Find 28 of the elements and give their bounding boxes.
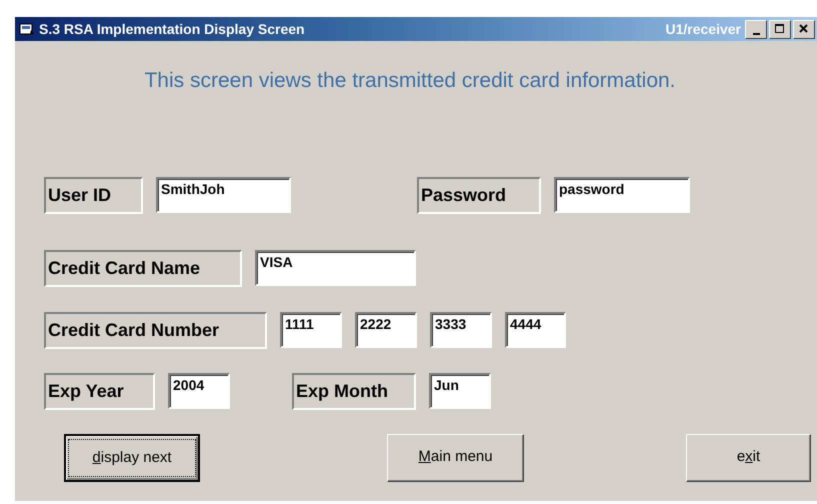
input-field[interactable]: 2222	[355, 312, 417, 348]
input-field[interactable]: VISA	[255, 250, 416, 286]
input-field[interactable]: SmithJoh	[156, 177, 291, 213]
maximize-icon	[775, 24, 785, 34]
field-label: Password	[417, 176, 541, 214]
input-field[interactable]: 4444	[505, 312, 566, 348]
close-icon	[799, 24, 809, 34]
input-field[interactable]: 1111	[280, 312, 342, 348]
field-label: Exp Year	[44, 372, 155, 410]
field-label: User ID	[44, 176, 143, 214]
push-button[interactable]: Main menu	[387, 434, 524, 482]
input-field[interactable]: 3333	[430, 312, 492, 348]
minimize-icon	[752, 32, 760, 34]
minimize-button[interactable]	[745, 20, 767, 38]
app-icon	[19, 22, 35, 36]
push-button[interactable]: display next	[64, 434, 200, 482]
push-button[interactable]: exit	[686, 434, 811, 482]
field-label: Credit Card Name	[44, 250, 242, 286]
maximize-button[interactable]	[769, 20, 791, 38]
field-label: Exp Month	[292, 372, 416, 410]
heading: This screen views the transmitted credit card information.	[143, 68, 677, 94]
field-label: Credit Card Number	[44, 312, 267, 348]
user-label: U1/receiver	[665, 20, 741, 38]
window-title: S.3 RSA Implementation Display Screen	[39, 20, 305, 39]
close-button[interactable]	[793, 20, 815, 38]
input-field[interactable]: Jun	[429, 373, 491, 409]
input-field[interactable]: password	[554, 177, 690, 213]
input-field[interactable]: 2004	[168, 373, 230, 409]
